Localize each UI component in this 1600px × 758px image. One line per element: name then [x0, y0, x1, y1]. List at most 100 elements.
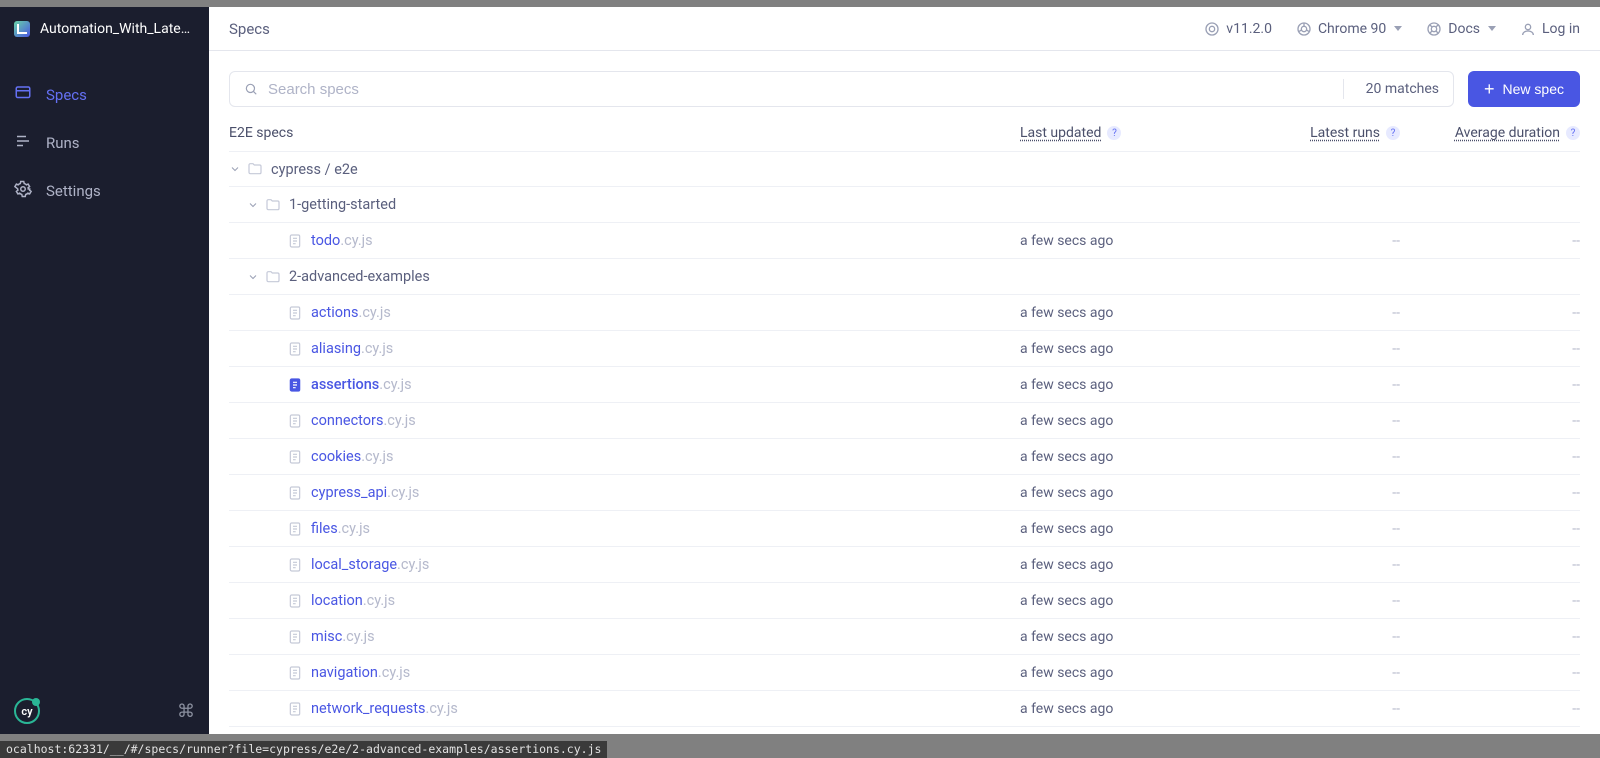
duration-cell: --: [1400, 413, 1580, 429]
runs-cell: --: [1220, 629, 1400, 645]
spec-name: local_storage: [311, 556, 397, 573]
file-icon: [287, 449, 303, 465]
browser-text: Chrome 90: [1318, 21, 1386, 37]
cypress-badge-icon[interactable]: cy: [14, 698, 40, 724]
spec-ext: .cy.js: [383, 412, 415, 429]
folder-icon: [265, 197, 281, 213]
spec-name: aliasing: [311, 340, 361, 357]
spec-row[interactable]: cypress_api.cy.jsa few secs ago----: [229, 475, 1580, 511]
runs-cell: --: [1220, 557, 1400, 573]
spec-row[interactable]: actions.cy.jsa few secs ago----: [229, 295, 1580, 331]
col-updated-header[interactable]: Last updated?: [1020, 125, 1220, 141]
folder-label: cypress / e2e: [271, 161, 358, 178]
project-switcher[interactable]: Automation_With_Late…: [0, 7, 209, 51]
target-icon: [1204, 21, 1220, 37]
status-bar: ocalhost:62331/__/#/specs/runner?file=cy…: [0, 741, 607, 758]
runs-cell: --: [1220, 521, 1400, 537]
file-icon: [287, 557, 303, 573]
search-input[interactable]: [268, 81, 1329, 98]
spec-name: connectors: [311, 412, 383, 429]
updated-cell: a few secs ago: [1020, 593, 1220, 609]
keyboard-shortcuts-icon[interactable]: ⌘: [177, 701, 195, 722]
file-icon: [287, 485, 303, 501]
sidebar-nav: Specs Runs Settings: [0, 51, 209, 215]
runs-icon: [14, 132, 32, 154]
updated-cell: a few secs ago: [1020, 449, 1220, 465]
lifebuoy-icon: [1426, 21, 1442, 37]
duration-cell: --: [1400, 629, 1580, 645]
chevron-down-icon: [247, 199, 261, 211]
duration-cell: --: [1400, 593, 1580, 609]
spec-name: navigation: [311, 664, 378, 681]
sidebar: Automation_With_Late… SpecsRunsSettings …: [0, 7, 209, 734]
plus-icon: +: [1484, 80, 1495, 98]
spec-row[interactable]: navigation.cy.jsa few secs ago----: [229, 655, 1580, 691]
chevron-down-icon: [1394, 26, 1402, 31]
spec-name: misc: [311, 628, 342, 645]
col-duration-header[interactable]: Average duration?: [1400, 125, 1580, 141]
spec-row[interactable]: files.cy.jsa few secs ago----: [229, 511, 1580, 547]
runs-cell: --: [1220, 593, 1400, 609]
file-icon: [287, 593, 303, 609]
updated-cell: a few secs ago: [1020, 233, 1220, 249]
sidebar-item-runs[interactable]: Runs: [0, 119, 209, 167]
duration-cell: --: [1400, 557, 1580, 573]
search-container: 20 matches: [229, 71, 1454, 107]
col-runs-header[interactable]: Latest runs?: [1220, 125, 1400, 141]
runs-cell: --: [1220, 233, 1400, 249]
spec-ext: .cy.js: [397, 556, 429, 573]
sidebar-item-label: Specs: [46, 86, 87, 104]
spec-ext: .cy.js: [379, 376, 411, 393]
updated-cell: a few secs ago: [1020, 629, 1220, 645]
file-icon: [287, 521, 303, 537]
spec-row[interactable]: network_requests.cy.jsa few secs ago----: [229, 691, 1580, 727]
sidebar-item-label: Runs: [46, 134, 80, 152]
spec-ext: .cy.js: [361, 448, 393, 465]
folder-label: 2-advanced-examples: [289, 268, 430, 285]
spec-row[interactable]: misc.cy.jsa few secs ago----: [229, 619, 1580, 655]
spec-name: files: [311, 520, 338, 537]
duration-cell: --: [1400, 665, 1580, 681]
spec-row[interactable]: cookies.cy.jsa few secs ago----: [229, 439, 1580, 475]
table-header: E2E specs Last updated? Latest runs? Ave…: [209, 119, 1600, 151]
login-button[interactable]: Log in: [1520, 21, 1580, 37]
login-text: Log in: [1542, 21, 1580, 37]
folder-row[interactable]: 2-advanced-examples: [229, 259, 1580, 295]
version-indicator[interactable]: v11.2.0: [1204, 21, 1272, 37]
browser-selector[interactable]: Chrome 90: [1296, 21, 1402, 37]
file-icon: [287, 629, 303, 645]
search-icon: [244, 82, 258, 96]
updated-cell: a few secs ago: [1020, 701, 1220, 717]
runs-cell: --: [1220, 665, 1400, 681]
folder-row[interactable]: cypress / e2e: [229, 151, 1580, 187]
page-title: Specs: [229, 20, 270, 38]
spec-row[interactable]: connectors.cy.jsa few secs ago----: [229, 403, 1580, 439]
folder-icon: [247, 161, 263, 177]
updated-cell: a few secs ago: [1020, 305, 1220, 321]
spec-row[interactable]: todo.cy.jsa few secs ago----: [229, 223, 1580, 259]
file-icon: [287, 377, 303, 393]
updated-cell: a few secs ago: [1020, 377, 1220, 393]
spec-name: actions: [311, 304, 359, 321]
project-icon: [14, 21, 30, 37]
chevron-down-icon: [1488, 26, 1496, 31]
new-spec-button[interactable]: + New spec: [1468, 71, 1580, 107]
spec-row[interactable]: aliasing.cy.jsa few secs ago----: [229, 331, 1580, 367]
file-icon: [287, 341, 303, 357]
project-name: Automation_With_Late…: [40, 21, 195, 37]
spec-row[interactable]: local_storage.cy.jsa few secs ago----: [229, 547, 1580, 583]
spec-ext: .cy.js: [363, 592, 395, 609]
folder-row[interactable]: 1-getting-started: [229, 187, 1580, 223]
docs-link[interactable]: Docs: [1426, 21, 1496, 37]
spec-row[interactable]: location.cy.jsa few secs ago----: [229, 583, 1580, 619]
duration-cell: --: [1400, 521, 1580, 537]
updated-cell: a few secs ago: [1020, 413, 1220, 429]
spec-row[interactable]: assertions.cy.jsa few secs ago----: [229, 367, 1580, 403]
updated-cell: a few secs ago: [1020, 341, 1220, 357]
match-count: 20 matches: [1366, 81, 1439, 97]
sidebar-item-settings[interactable]: Settings: [0, 167, 209, 215]
sidebar-item-specs[interactable]: Specs: [0, 71, 209, 119]
runs-cell: --: [1220, 449, 1400, 465]
runs-cell: --: [1220, 485, 1400, 501]
user-icon: [1520, 21, 1536, 37]
